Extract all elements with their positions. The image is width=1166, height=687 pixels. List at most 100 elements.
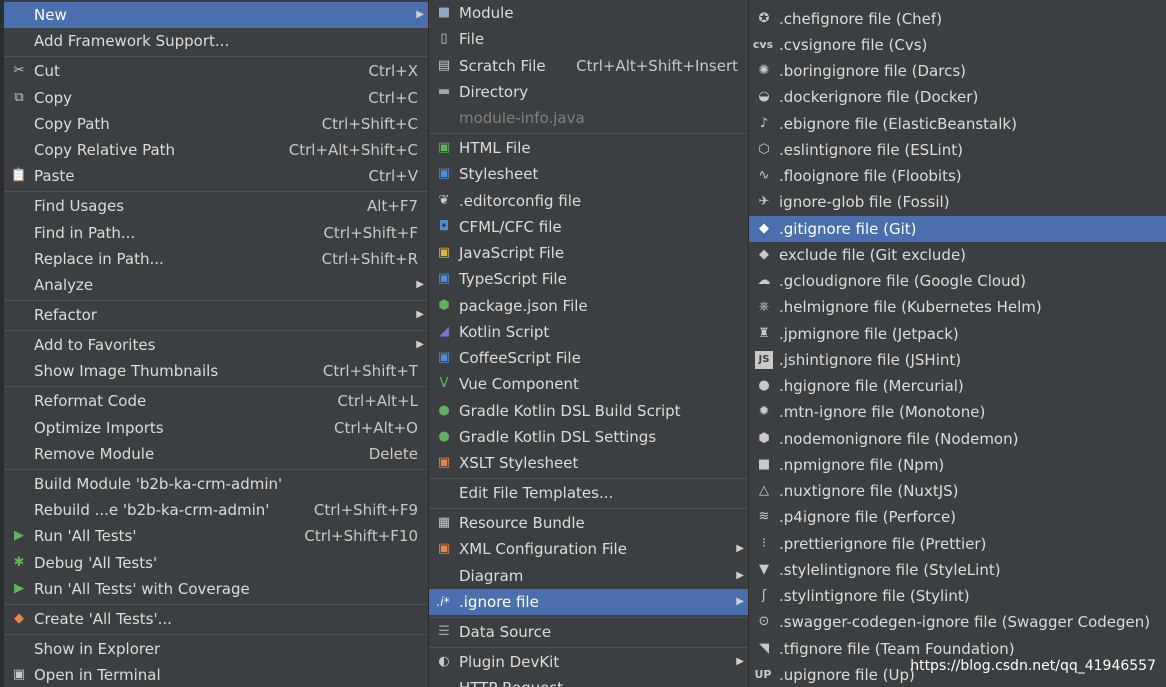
menu-item-stylesheet[interactable]: ▣ Stylesheet [429, 161, 748, 187]
menu-item-cut[interactable]: ✂ Cut Ctrl+X [4, 58, 428, 84]
gradle-icon: ● [438, 403, 450, 418]
menu-item-stylelintignore[interactable]: ▼ .stylelintignore file (StyleLint) [749, 557, 1166, 583]
menu-item-mtn-ignore[interactable]: ✹ .mtn-ignore file (Monotone) [749, 399, 1166, 425]
menu-item-git-exclude[interactable]: ◆ exclude file (Git exclude) [749, 242, 1166, 268]
menu-item-run-with-coverage[interactable]: ▶ Run 'All Tests' with Coverage [4, 576, 428, 602]
menu-item-eslintignore[interactable]: ⬡ .eslintignore file (ESLint) [749, 137, 1166, 163]
menu-item-copy[interactable]: ⧉ Copy Ctrl+C [4, 85, 428, 111]
separator [429, 508, 748, 509]
menu-item-reformat-code[interactable]: Reformat Code Ctrl+Alt+L [4, 388, 428, 414]
typescript-icon: ▣ [437, 271, 451, 286]
menu-item-package-json[interactable]: ⬢ package.json File [429, 293, 748, 319]
menu-item-show-in-explorer[interactable]: Show in Explorer [4, 636, 428, 662]
menu-item-rebuild-module[interactable]: Rebuild ...e 'b2b-ka-crm-admin' Ctrl+Shi… [4, 497, 428, 523]
menu-item-xml-configuration-file[interactable]: ▣ XML Configuration File ▶ [429, 536, 748, 562]
ignore-file-submenu: ✪ .chefignore file (Chef) cvs .cvsignore… [749, 0, 1166, 687]
menu-item-paste[interactable]: 📋 Paste Ctrl+V [4, 163, 428, 189]
menu-item-jshintignore[interactable]: JS .jshintignore file (JSHint) [749, 347, 1166, 373]
menu-item-vue-component[interactable]: V Vue Component [429, 371, 748, 397]
menu-item-ebignore[interactable]: ♪ .ebignore file (ElasticBeanstalk) [749, 111, 1166, 137]
menu-item-edit-file-templates[interactable]: Edit File Templates... [429, 480, 748, 506]
debug-icon: ✱ [13, 555, 25, 570]
folder-icon: ▬ [437, 84, 451, 99]
editorconfig-icon: ❦ [438, 193, 450, 208]
menu-item-build-module[interactable]: Build Module 'b2b-ka-crm-admin' [4, 471, 428, 497]
css-icon: ▣ [437, 166, 451, 181]
submenu-arrow-icon: ▶ [736, 596, 744, 607]
menu-item-editorconfig[interactable]: ❦ .editorconfig file [429, 188, 748, 214]
menu-item-helmignore[interactable]: ⎈ .helmignore file (Kubernetes Helm) [749, 294, 1166, 320]
menu-item-new[interactable]: New ▶ [4, 2, 428, 28]
menu-item-javascript-file[interactable]: ▣ JavaScript File [429, 240, 748, 266]
menu-item-find-in-path[interactable]: Find in Path... Ctrl+Shift+F [4, 220, 428, 246]
scratch-file-icon: ▤ [437, 58, 451, 73]
menu-item-file[interactable]: ▯ File [429, 26, 748, 52]
menu-item-kotlin-script[interactable]: ◢ Kotlin Script [429, 319, 748, 345]
scissors-icon: ✂ [13, 63, 25, 78]
nuxtjs-icon: △ [759, 483, 769, 498]
menu-item-plugin-devkit[interactable]: ◐ Plugin DevKit ▶ [429, 649, 748, 675]
menu-item-gitignore[interactable]: ◆ .gitignore file (Git) [749, 216, 1166, 242]
menu-item-create-all-tests[interactable]: ◆ Create 'All Tests'... [4, 606, 428, 632]
menu-item-ignore-file[interactable]: .i* .ignore file ▶ [429, 589, 748, 615]
menu-item-swagger-codegen-ignore[interactable]: ⊙ .swagger-codegen-ignore file (Swagger … [749, 609, 1166, 635]
menu-item-gradle-kotlin-settings[interactable]: ● Gradle Kotlin DSL Settings [429, 424, 748, 450]
menu-item-jpmignore[interactable]: ♜ .jpmignore file (Jetpack) [749, 321, 1166, 347]
menu-item-show-image-thumbnails[interactable]: Show Image Thumbnails Ctrl+Shift+T [4, 358, 428, 384]
menu-item-coffeescript-file[interactable]: ▣ CoffeeScript File [429, 345, 748, 371]
menu-item-refactor[interactable]: Refactor ▶ [4, 302, 428, 328]
menu-item-open-in-terminal[interactable]: ▣ Open in Terminal [4, 662, 428, 687]
stylelint-icon: ▼ [759, 562, 769, 577]
menu-item-html-file[interactable]: ▣ HTML File [429, 135, 748, 161]
menu-item-prettierignore[interactable]: ⁝ .prettierignore file (Prettier) [749, 531, 1166, 557]
javascript-icon: ▣ [437, 245, 451, 260]
google-cloud-icon: ☁ [757, 273, 771, 288]
jetpack-icon: ♜ [758, 326, 770, 341]
menu-item-nuxtignore[interactable]: △ .nuxtignore file (NuxtJS) [749, 478, 1166, 504]
helm-icon: ⎈ [758, 299, 770, 314]
menu-item-remove-module[interactable]: Remove Module Delete [4, 441, 428, 467]
nodemon-icon: ⬢ [758, 431, 770, 446]
menu-item-cfml-cfc[interactable]: ◘ CFML/CFC file [429, 214, 748, 240]
menu-item-p4ignore[interactable]: ≋ .p4ignore file (Perforce) [749, 504, 1166, 530]
menu-item-optimize-imports[interactable]: Optimize Imports Ctrl+Alt+O [4, 415, 428, 441]
menu-item-gradle-kotlin-build[interactable]: ● Gradle Kotlin DSL Build Script [429, 398, 748, 424]
menu-item-stylintignore[interactable]: ʃ .stylintignore file (Stylint) [749, 583, 1166, 609]
paste-icon: 📋 [10, 168, 28, 183]
menu-item-scratch-file[interactable]: ▤ Scratch File Ctrl+Alt+Shift+Insert [429, 53, 748, 79]
menu-item-nodemonignore[interactable]: ⬢ .nodemonignore file (Nodemon) [749, 426, 1166, 452]
menu-item-resource-bundle[interactable]: ▦ Resource Bundle [429, 510, 748, 536]
submenu-arrow-icon: ▶ [416, 309, 424, 320]
menu-item-flooignore[interactable]: ∿ .flooignore file (Floobits) [749, 163, 1166, 189]
menu-item-directory[interactable]: ▬ Directory [429, 79, 748, 105]
menu-item-debug-all-tests[interactable]: ✱ Debug 'All Tests' [4, 550, 428, 576]
menu-item-find-usages[interactable]: Find Usages Alt+F7 [4, 193, 428, 219]
menu-item-copy-path[interactable]: Copy Path Ctrl+Shift+C [4, 111, 428, 137]
separator [4, 386, 428, 387]
menu-item-cvsignore[interactable]: cvs .cvsignore file (Cvs) [749, 32, 1166, 58]
menu-item-ignore-glob[interactable]: ✈ ignore-glob file (Fossil) [749, 189, 1166, 215]
menu-item-npmignore[interactable]: ■ .npmignore file (Npm) [749, 452, 1166, 478]
menu-item-hgignore[interactable]: ● .hgignore file (Mercurial) [749, 373, 1166, 399]
menu-item-xslt-stylesheet[interactable]: ▣ XSLT Stylesheet [429, 450, 748, 476]
menu-item-chefignore[interactable]: ✪ .chefignore file (Chef) [749, 6, 1166, 32]
menu-item-gcloudignore[interactable]: ☁ .gcloudignore file (Google Cloud) [749, 268, 1166, 294]
file-icon: ▯ [440, 31, 448, 46]
menu-item-data-source[interactable]: ☰ Data Source [429, 619, 748, 645]
menu-item-boringignore[interactable]: ✺ .boringignore file (Darcs) [749, 58, 1166, 84]
menu-item-run-all-tests[interactable]: ▶ Run 'All Tests' Ctrl+Shift+F10 [4, 523, 428, 549]
menu-item-dockerignore[interactable]: ◒ .dockerignore file (Docker) [749, 84, 1166, 110]
menu-item-analyze[interactable]: Analyze ▶ [4, 272, 428, 298]
menu-item-replace-in-path[interactable]: Replace in Path... Ctrl+Shift+R [4, 246, 428, 272]
menu-item-add-framework-support[interactable]: Add Framework Support... [4, 28, 428, 54]
menu-item-add-to-favorites[interactable]: Add to Favorites ▶ [4, 332, 428, 358]
menu-item-http-request[interactable]: HTTP Request [429, 675, 748, 687]
chef-icon: ✪ [758, 11, 770, 26]
menu-item-diagram[interactable]: Diagram ▶ [429, 563, 748, 589]
submenu-arrow-icon: ▶ [736, 570, 744, 581]
menu-item-typescript-file[interactable]: ▣ TypeScript File [429, 266, 748, 292]
separator [4, 300, 428, 301]
npm-icon: ■ [757, 457, 771, 472]
menu-item-copy-relative-path[interactable]: Copy Relative Path Ctrl+Alt+Shift+C [4, 137, 428, 163]
menu-item-module[interactable]: ■ Module [429, 0, 748, 26]
